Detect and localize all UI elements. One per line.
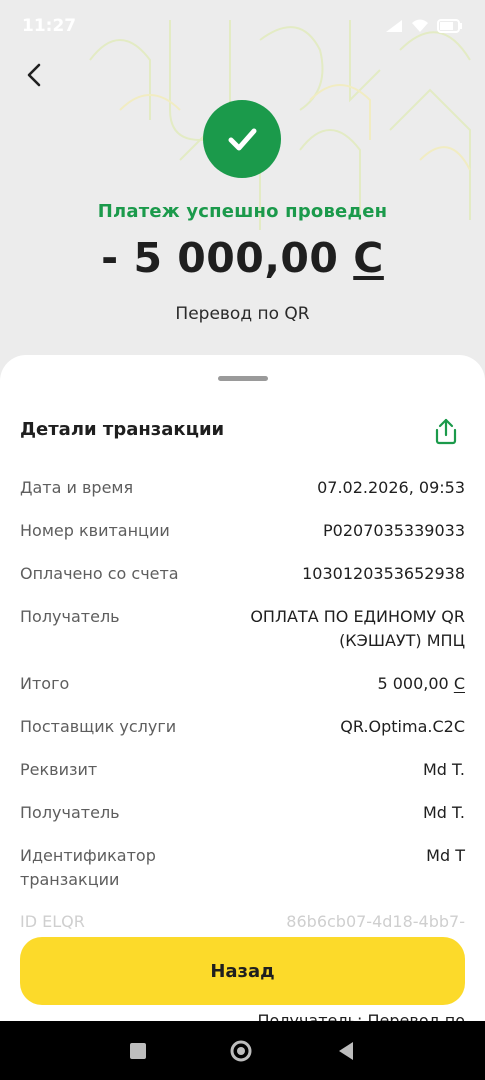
detail-label: ID ELQR (20, 912, 85, 931)
amount-value: - 5 000,00 (101, 234, 339, 282)
detail-value: QR.Optima.C2C (340, 717, 465, 736)
detail-row-account: Оплачено со счета 1030120353652938 (20, 562, 465, 605)
system-navigation-bar (0, 1021, 485, 1080)
detail-row-total: Итого 5 000,00 С (20, 672, 465, 715)
system-icons (385, 18, 463, 37)
detail-row-transaction-id: Идентификатор транзакции Md T (20, 844, 465, 910)
detail-label: Получатель (20, 803, 120, 822)
sheet-drag-handle[interactable] (218, 376, 268, 381)
signal-icon (385, 18, 403, 37)
detail-value: Md T (426, 846, 465, 865)
success-badge (203, 100, 281, 178)
currency-symbol: С (353, 234, 384, 282)
detail-value: Md T. (422, 803, 465, 822)
detail-value: 07.02.2026, 09:53 (317, 478, 465, 497)
home-button[interactable] (229, 1039, 253, 1063)
detail-value: 86b6cb07-4d18-4bb7- (286, 912, 465, 931)
back-arrow-icon (27, 63, 41, 87)
payment-type: Перевод по QR (175, 304, 310, 324)
detail-label: Дата и время (20, 478, 134, 497)
triangle-back-icon (339, 1042, 353, 1060)
wifi-icon (411, 18, 429, 37)
check-icon (228, 128, 257, 151)
payment-success-screen: 11:27 Платеж успешно проведен - 5 000,00… (0, 0, 485, 1080)
back-button[interactable]: Назад (20, 937, 465, 1005)
detail-label: Оплачено со счета (20, 564, 179, 583)
status-bar: 11:27 (0, 0, 485, 44)
detail-value: P0207035339033 (323, 521, 465, 540)
payment-status-text: Платеж успешно проведен (97, 201, 388, 222)
detail-value: ОПЛАТА ПО ЕДИНОМУ QR (КЭШАУТ) МПЦ (250, 607, 465, 650)
detail-row-recipient: Получатель ОПЛАТА ПО ЕДИНОМУ QR (КЭШАУТ)… (20, 605, 465, 672)
detail-label: Номер квитанции (20, 521, 170, 540)
status-time: 11:27 (22, 16, 77, 36)
detail-value: 5 000,00 С (377, 672, 465, 696)
share-button[interactable] (433, 417, 459, 445)
square-icon (130, 1043, 146, 1059)
details-list: Дата и время 07.02.2026, 09:53 Номер кви… (20, 476, 465, 934)
detail-label: Получатель (20, 607, 120, 626)
details-sheet: Детали транзакции Дата и время 07.02.202… (0, 355, 485, 1080)
detail-row-recipient-2: Получатель Md T. (20, 801, 465, 844)
system-back-button[interactable] (334, 1039, 358, 1063)
detail-label: Идентификатор транзакции (20, 846, 156, 889)
detail-value: Md T. (422, 760, 465, 779)
detail-row-elqr-id: ID ELQR 86b6cb07-4d18-4bb7- (20, 910, 465, 934)
detail-value: 1030120353652938 (302, 564, 465, 583)
payment-amount: - 5 000,00 С (0, 234, 485, 282)
share-icon (435, 418, 457, 445)
currency-symbol: С (453, 674, 465, 693)
recent-apps-button[interactable] (126, 1039, 150, 1063)
battery-icon (437, 18, 463, 37)
detail-row-receipt: Номер квитанции P0207035339033 (20, 519, 465, 562)
detail-label: Реквизит (20, 760, 98, 779)
circle-icon (230, 1040, 252, 1062)
total-amount: 5 000,00 (377, 674, 449, 693)
detail-label: Итого (20, 674, 70, 693)
details-title: Детали транзакции (20, 419, 225, 440)
detail-row-datetime: Дата и время 07.02.2026, 09:53 (20, 476, 465, 519)
detail-row-provider: Поставщик услуги QR.Optima.C2C (20, 715, 465, 758)
detail-label: Поставщик услуги (20, 717, 177, 736)
recipient-footer-text: Получатель: Перевод по (257, 1011, 465, 1021)
detail-row-requisite: Реквизит Md T. (20, 758, 465, 801)
back-arrow-button[interactable] (18, 58, 52, 92)
